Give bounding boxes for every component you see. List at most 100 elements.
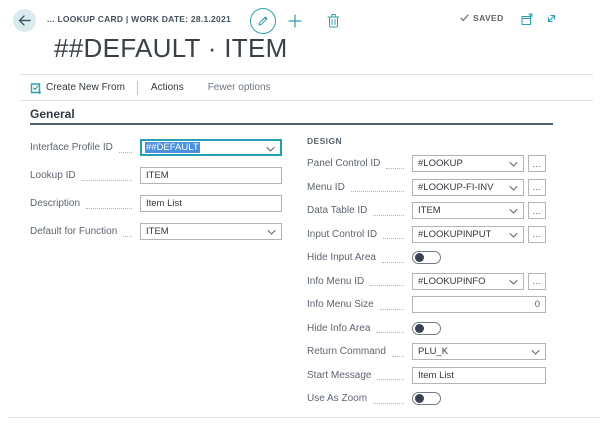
field-value: ITEM: [146, 226, 169, 237]
field-control: #LOOKUPINFO...: [412, 273, 546, 290]
field-label: Input Control ID: [307, 229, 377, 240]
dotted-leader: [382, 253, 404, 263]
chevron-down-icon[interactable]: [509, 232, 518, 239]
menu-id-assist-button[interactable]: ...: [528, 179, 546, 196]
fewer-options-button[interactable]: Fewer options: [208, 82, 271, 93]
field-control: ITEM: [140, 223, 282, 240]
field-info-menu-size: Info Menu Size 0: [307, 296, 546, 313]
chevron-down-icon[interactable]: [509, 161, 518, 168]
field-value: #LOOKUP-FI-INV: [418, 182, 494, 193]
field-control: 0: [412, 296, 546, 313]
field-control: #LOOKUP-FI-INV...: [412, 179, 546, 196]
chevron-down-icon[interactable]: [266, 146, 275, 153]
field-value: #LOOKUPINPUT: [418, 229, 491, 240]
page-title: ##DEFAULT · ITEM: [54, 33, 288, 64]
field-label: Return Command: [307, 346, 386, 357]
field-data-table-id: Data Table ID ITEM...: [307, 202, 546, 219]
field-label: Panel Control ID: [307, 158, 380, 169]
field-value: 0: [535, 299, 540, 310]
back-button[interactable]: [13, 9, 36, 32]
field-control: #LOOKUP...: [412, 155, 546, 172]
create-new-from-button[interactable]: Create New From: [30, 82, 125, 94]
general-fields-column: Interface Profile ID ##DEFAULT Lookup ID IT…: [30, 139, 282, 251]
field-use-as-zoom: Use As Zoom: [307, 390, 546, 407]
dotted-leader: [373, 394, 404, 404]
field-label: Info Menu Size: [307, 299, 374, 310]
toggle-knob: [415, 394, 424, 403]
field-value: ITEM: [146, 170, 169, 181]
chevron-down-icon[interactable]: [509, 185, 518, 192]
field-input-control-id: Input Control ID #LOOKUPINPUT...: [307, 226, 546, 243]
plus-icon: [288, 14, 302, 28]
info-menu-id-combobox[interactable]: #LOOKUPINFO: [412, 273, 524, 290]
create-new-from-icon: [30, 82, 41, 94]
field-label: Data Table ID: [307, 205, 367, 216]
field-menu-id: Menu ID #LOOKUP-FI-INV...: [307, 179, 546, 196]
hide-input-area-toggle[interactable]: [412, 251, 441, 264]
toolbar-separator: [137, 81, 138, 95]
open-in-new-window-button[interactable]: [521, 13, 535, 26]
return-command-combobox[interactable]: PLU_K: [412, 343, 546, 360]
field-control: ITEM...: [412, 202, 546, 219]
general-section-heading[interactable]: General: [30, 107, 75, 121]
dotted-leader: [383, 229, 404, 239]
delete-button[interactable]: [327, 13, 340, 28]
edit-button[interactable]: [250, 8, 276, 34]
data-table-id-assist-button[interactable]: ...: [528, 202, 546, 219]
interface-profile-id-combobox[interactable]: ##DEFAULT: [140, 139, 282, 156]
fewer-options-label: Fewer options: [208, 82, 271, 93]
field-label: Hide Info Area: [307, 323, 370, 334]
lookup-card-page: ... LOOKUP CARD | WORK DATE: 28.1.2021 S…: [0, 0, 600, 425]
save-status-label: SAVED: [473, 13, 504, 23]
input-control-id-combobox[interactable]: #LOOKUPINPUT: [412, 226, 524, 243]
panel-control-id-assist-button[interactable]: ...: [528, 155, 546, 172]
field-label: Interface Profile ID: [30, 142, 113, 153]
hide-info-area-toggle[interactable]: [412, 322, 441, 335]
start-message-input[interactable]: Item List: [412, 367, 546, 384]
field-control: ITEM: [140, 167, 282, 184]
menu-id-combobox[interactable]: #LOOKUP-FI-INV: [412, 179, 524, 196]
info-menu-id-assist-button[interactable]: ...: [528, 273, 546, 290]
field-label: Lookup ID: [30, 170, 76, 181]
field-label: Default for Function: [30, 226, 117, 237]
info-menu-size-input[interactable]: 0: [412, 296, 546, 313]
field-control: ##DEFAULT: [140, 139, 282, 156]
field-interface-profile-id: Interface Profile ID ##DEFAULT: [30, 139, 282, 156]
actions-menu-button[interactable]: Actions: [151, 82, 184, 93]
dotted-leader: [119, 143, 132, 153]
description-input[interactable]: Item List: [140, 195, 282, 212]
field-control: [412, 392, 546, 405]
input-control-id-assist-button[interactable]: ...: [528, 226, 546, 243]
field-label: Info Menu ID: [307, 276, 364, 287]
chevron-down-icon[interactable]: [531, 349, 540, 356]
field-control: PLU_K: [412, 343, 546, 360]
toggle-knob: [415, 324, 424, 333]
panel-control-id-combobox[interactable]: #LOOKUP: [412, 155, 524, 172]
default-for-function-combobox[interactable]: ITEM: [140, 223, 282, 240]
field-value: Item List: [418, 370, 454, 381]
chevron-down-icon[interactable]: [509, 279, 518, 286]
dotted-leader: [376, 323, 404, 333]
field-label: Hide Input Area: [307, 252, 376, 263]
expand-diagonal-icon: [545, 12, 558, 25]
chevron-down-icon[interactable]: [267, 229, 276, 236]
toggle-knob: [415, 253, 424, 262]
trash-icon: [327, 13, 340, 28]
dotted-leader: [370, 276, 404, 286]
lookup-id-input[interactable]: ITEM: [140, 167, 282, 184]
field-label: Description: [30, 198, 80, 209]
data-table-id-combobox[interactable]: ITEM: [412, 202, 524, 219]
dotted-leader: [380, 300, 404, 310]
expand-button[interactable]: [545, 12, 558, 25]
dotted-leader: [86, 199, 132, 209]
field-control: #LOOKUPINPUT...: [412, 226, 546, 243]
chevron-down-icon[interactable]: [509, 208, 518, 215]
field-control: Item List: [412, 367, 546, 384]
field-label: Menu ID: [307, 182, 345, 193]
new-button[interactable]: [288, 14, 302, 28]
dotted-leader: [373, 206, 404, 216]
field-hide-input-area: Hide Input Area: [307, 249, 546, 266]
action-bar: Create New From Actions Fewer options: [20, 74, 593, 101]
section-divider: [30, 123, 553, 125]
use-as-zoom-toggle[interactable]: [412, 392, 441, 405]
